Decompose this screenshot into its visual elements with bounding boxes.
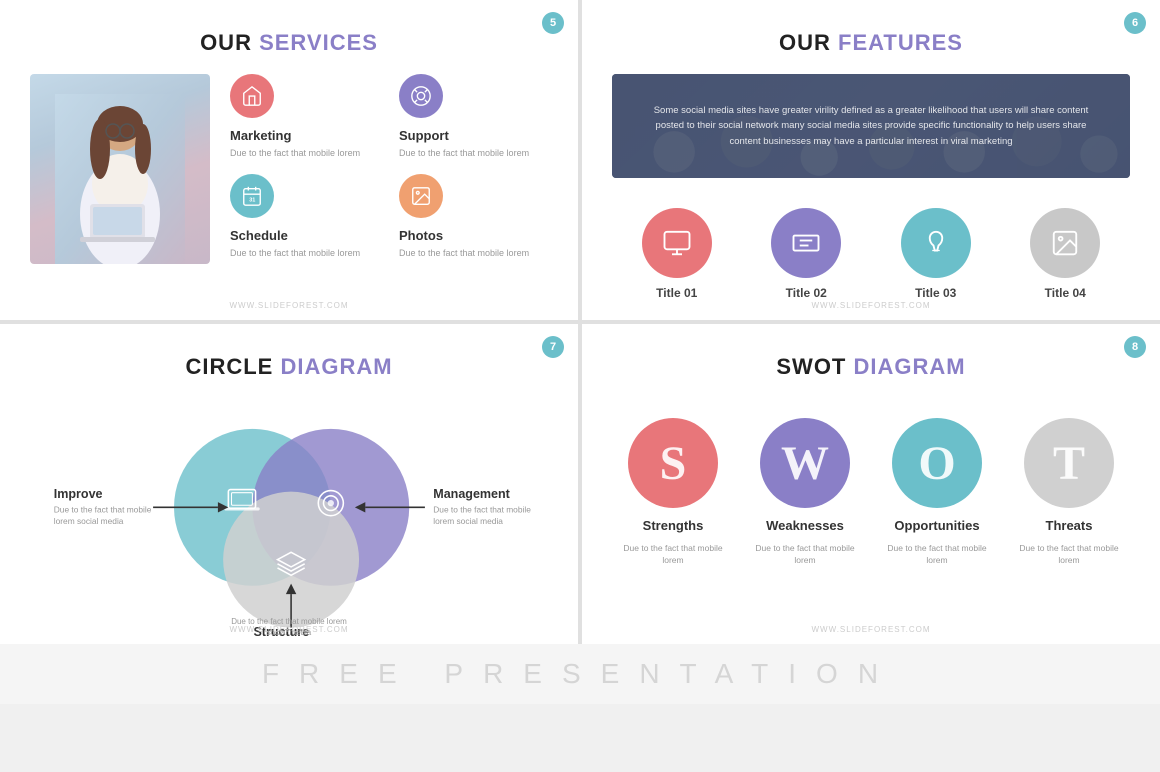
circle-title-accent: DIAGRAM [280,354,392,379]
footer-text: FREE PRESENTATION [262,658,898,690]
services-grid: Marketing Due to the fact that mobile lo… [230,74,548,259]
feature-01-circle [642,208,712,278]
swot-title-accent: DIAGRAM [854,354,966,379]
swot-opportunities: O Opportunities Due to the fact that mob… [876,418,998,567]
circle-title: CIRCLE DIAGRAM [185,354,392,380]
support-name: Support [399,128,548,143]
footer-banner: FREE PRESENTATION [0,644,1160,704]
feature-title01: Title 01 [642,208,712,300]
swot-s-circle: S [628,418,718,508]
swot-w-circle: W [760,418,850,508]
feature-04-title: Title 04 [1045,286,1086,300]
features-banner-text: Some social media sites have greater vir… [632,103,1110,149]
circle-title-normal: CIRCLE [185,354,273,379]
swot-w-letter: W [781,436,829,491]
slide-badge-2: 6 [1124,12,1146,34]
support-desc: Due to the fact that mobile lorem [399,147,548,160]
slide-features: 6 OUR FEATURES Some social media sites h… [582,0,1160,320]
swot-w-desc: Due to the fact that mobile lorem [744,543,866,567]
svg-text:Management: Management [433,487,510,501]
features-title-accent: FEATURES [838,30,963,55]
person-image [30,74,210,264]
service-photos: Photos Due to the fact that mobile lorem [399,174,548,260]
swot-o-desc: Due to the fact that mobile lorem [876,543,998,567]
slide3-watermark: WWW.SLIDEFOREST.COM [230,625,349,634]
swot-o-letter: O [918,436,955,491]
feature-02-title: Title 02 [786,286,827,300]
slide1-watermark: WWW.SLIDEFOREST.COM [230,301,349,310]
swot-t-circle: T [1024,418,1114,508]
slide-badge-4: 8 [1124,336,1146,358]
services-content: Marketing Due to the fact that mobile lo… [30,74,548,264]
swot-s-letter: S [660,436,687,491]
swot-title: SWOT DIAGRAM [776,354,965,380]
feature-02-circle [771,208,841,278]
swot-icons-row: S Strengths Due to the fact that mobile … [612,418,1130,567]
schedule-desc: Due to the fact that mobile lorem [230,247,379,260]
svg-text:Due to the fact that mobile: Due to the fact that mobile [54,505,152,515]
swot-strengths: S Strengths Due to the fact that mobile … [612,418,734,567]
slide-badge-1: 5 [542,12,564,34]
schedule-name: Schedule [230,228,379,243]
swot-weaknesses: W Weaknesses Due to the fact that mobile… [744,418,866,567]
slide-circle-diagram: 7 CIRCLE DIAGRAM [0,324,578,644]
slides-grid: 5 OUR SERVICES [0,0,1160,644]
svg-text:lorem social media: lorem social media [433,516,503,526]
svg-text:31: 31 [249,197,255,203]
photos-name: Photos [399,228,548,243]
feature-01-title: Title 01 [656,286,697,300]
swot-o-circle: O [892,418,982,508]
slide-services: 5 OUR SERVICES [0,0,578,320]
feature-title04: Title 04 [1030,208,1100,300]
services-image [30,74,210,264]
slide4-watermark: WWW.SLIDEFOREST.COM [812,625,931,634]
svg-text:lorem social media: lorem social media [54,516,124,526]
feature-03-title: Title 03 [915,286,956,300]
slide-badge-3: 7 [542,336,564,358]
slide2-watermark: WWW.SLIDEFOREST.COM [812,301,931,310]
services-title-normal: OUR [200,30,252,55]
swot-t-desc: Due to the fact that mobile lorem [1008,543,1130,567]
support-icon-circle [399,74,443,118]
services-title: OUR SERVICES [200,30,378,56]
swot-t-letter: T [1053,436,1085,491]
slide-swot: 8 SWOT DIAGRAM S Strengths Due to the fa… [582,324,1160,644]
features-banner: Some social media sites have greater vir… [612,74,1130,178]
venn-svg: Improve Due to the fact that mobile lore… [30,408,548,638]
schedule-icon-circle: 31 [230,174,274,218]
swot-s-desc: Due to the fact that mobile lorem [612,543,734,567]
feature-04-circle [1030,208,1100,278]
swot-o-name: Opportunities [894,518,979,533]
swot-title-normal: SWOT [776,354,846,379]
swot-w-name: Weaknesses [766,518,844,533]
features-title-normal: OUR [779,30,831,55]
features-icons-row: Title 01 Title 02 [612,208,1130,300]
swot-threats: T Threats Due to the fact that mobile lo… [1008,418,1130,567]
swot-t-name: Threats [1046,518,1093,533]
service-schedule: 31 Schedule Due to the fact that mobile … [230,174,379,260]
marketing-icon-circle [230,74,274,118]
services-title-accent: SERVICES [259,30,378,55]
marketing-desc: Due to the fact that mobile lorem [230,147,379,160]
service-marketing: Marketing Due to the fact that mobile lo… [230,74,379,160]
photos-desc: Due to the fact that mobile lorem [399,247,548,260]
service-support: Support Due to the fact that mobile lore… [399,74,548,160]
feature-03-circle [901,208,971,278]
swot-s-name: Strengths [643,518,704,533]
photos-icon-circle [399,174,443,218]
feature-title02: Title 02 [771,208,841,300]
svg-text:Due to the fact that mobile: Due to the fact that mobile [433,505,531,515]
marketing-name: Marketing [230,128,379,143]
feature-title03: Title 03 [901,208,971,300]
features-title: OUR FEATURES [779,30,963,56]
circle-diagram-area: Improve Due to the fact that mobile lore… [30,408,548,638]
svg-text:Improve: Improve [54,487,103,501]
